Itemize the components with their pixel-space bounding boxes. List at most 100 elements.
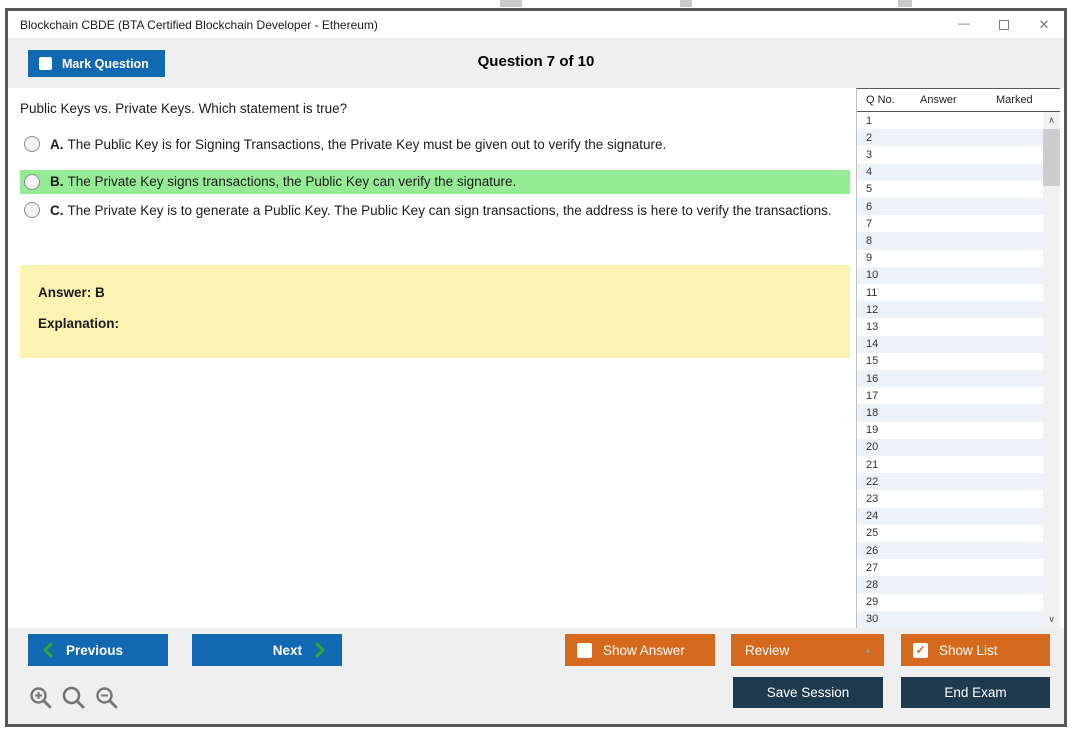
scroll-up-icon: ∧ [1048,115,1055,125]
scroll-up-button[interactable]: ∧ [1043,112,1060,129]
minimize-icon: — [958,15,970,30]
checkmark-icon: ✓ [915,643,926,657]
minimize-button[interactable]: — [944,11,984,38]
show-list-label: Show List [939,642,998,658]
question-list-row[interactable]: 16 [857,370,1044,388]
app-window: Blockchain CBDE (BTA Certified Blockchai… [5,8,1067,727]
question-list-row[interactable]: 12 [857,301,1044,319]
mark-question-button[interactable]: Mark Question [28,50,165,77]
scroll-down-button[interactable]: ∨ [1043,611,1060,628]
screen: Blockchain CBDE (BTA Certified Blockchai… [0,0,1075,735]
option-a-radio[interactable] [24,136,40,152]
question-list-row[interactable]: 13 [857,318,1044,335]
question-list-row[interactable]: 8 [857,232,1044,250]
question-list-row[interactable]: 6 [857,198,1044,216]
zoom-out-icon[interactable] [94,685,120,711]
question-list-header: Q No. Answer Marked [857,89,1060,112]
chevron-left-icon [43,642,53,658]
question-list-row[interactable]: 5 [857,181,1044,198]
question-list-row[interactable]: 21 [857,456,1044,473]
row-qno: 11 [866,286,878,299]
maximize-button[interactable] [984,11,1024,38]
question-list-row[interactable]: 11 [857,284,1044,301]
chevron-right-icon [315,642,325,658]
next-button[interactable]: Next [192,634,342,666]
scrollbar-thumb[interactable] [1043,129,1060,186]
zoom-toolbar [28,685,120,711]
row-qno: 6 [866,200,873,213]
show-answer-button[interactable]: Show Answer [565,634,715,666]
option-b-highlighted[interactable]: B. The Private Key signs transactions, th… [20,170,850,194]
question-list-row[interactable]: 24 [857,507,1044,525]
save-session-button[interactable]: Save Session [733,677,883,708]
row-qno: 22 [866,475,879,488]
question-list-row[interactable]: 3 [857,146,1044,163]
close-icon: ✕ [1038,16,1050,32]
zoom-in-icon[interactable] [28,685,54,711]
previous-label: Previous [66,642,124,658]
option-a[interactable]: A. The Public Key is for Signing Transact… [24,136,666,154]
row-qno: 25 [866,527,879,540]
question-list-row[interactable]: 2 [857,129,1044,147]
show-list-checkbox[interactable]: ✓ [913,642,928,658]
row-qno: 18 [866,407,879,420]
question-list-row[interactable]: 14 [857,335,1044,353]
previous-button[interactable]: Previous [28,634,168,666]
zoom-reset-icon[interactable] [61,685,87,711]
question-list-row[interactable]: 28 [857,576,1044,594]
show-list-button[interactable]: ✓ Show List [901,634,1050,666]
row-qno: 3 [866,149,873,161]
question-list-row[interactable]: 22 [857,473,1044,491]
show-answer-checkbox[interactable] [577,642,592,658]
row-qno: 12 [866,303,879,316]
question-list-row[interactable]: 7 [857,215,1044,232]
question-panel: Public Keys vs. Private Keys. Which stat… [8,88,856,628]
row-qno: 26 [866,544,879,557]
answer-explanation-panel: Answer: B Explanation: [20,265,850,358]
window-controls: — ✕ [944,11,1064,38]
option-c[interactable]: C. The Private Key is to generate a Publi… [24,202,832,220]
option-c-text: C. The Private Key is to generate a Publi… [50,203,832,218]
question-list-row[interactable]: 18 [857,404,1044,422]
option-b-radio[interactable] [24,174,40,190]
question-list-row[interactable]: 30 [857,610,1044,629]
column-header-marked: Marked [996,94,1033,106]
end-exam-button[interactable]: End Exam [901,677,1050,708]
column-header-answer: Answer [920,94,957,106]
question-list-row[interactable]: 26 [857,542,1044,560]
row-qno: 4 [866,166,873,179]
close-button[interactable]: ✕ [1024,11,1064,38]
mark-question-checkbox[interactable] [39,57,52,70]
option-c-radio[interactable] [24,202,40,218]
question-list-scrollbar[interactable]: ∧ ∨ [1043,112,1060,628]
column-header-qno: Q No. [866,94,895,106]
row-qno: 13 [866,321,879,334]
question-list-row[interactable]: 23 [857,490,1044,507]
question-list-row[interactable]: 19 [857,422,1044,439]
question-list-row[interactable]: 9 [857,250,1044,267]
question-list-row[interactable]: 4 [857,163,1044,181]
scroll-down-icon: ∨ [1048,614,1055,624]
question-list-row[interactable]: 1 [857,112,1044,129]
row-qno: 16 [866,372,879,385]
background-artifact [500,0,522,7]
option-a-text: A. The Public Key is for Signing Transact… [50,137,667,152]
question-list-row[interactable]: 10 [857,266,1044,285]
row-qno: 20 [866,441,879,454]
row-qno: 10 [866,269,879,282]
question-list-rows: 1 2 3 4 5 6 7 8 9 10 11 12 13 14 15 16 17 18 19 20 21 22 23 24 2… [857,112,1044,629]
next-label: Next [272,642,302,658]
question-list-row[interactable]: 17 [857,387,1044,404]
question-counter: Question 7 of 10 [477,53,595,70]
question-list-row[interactable]: 20 [857,438,1044,457]
question-list-row[interactable]: 27 [857,559,1044,576]
background-artifact [680,0,692,7]
row-qno: 29 [866,596,879,609]
question-list-row[interactable]: 29 [857,594,1044,611]
answer-label: Answer: B [38,285,105,300]
mark-question-label: Mark Question [62,56,149,71]
question-list-row[interactable]: 25 [857,525,1044,542]
row-qno: 17 [866,389,879,402]
review-button[interactable]: Review ▲ [731,634,884,666]
question-list-row[interactable]: 15 [857,353,1044,370]
